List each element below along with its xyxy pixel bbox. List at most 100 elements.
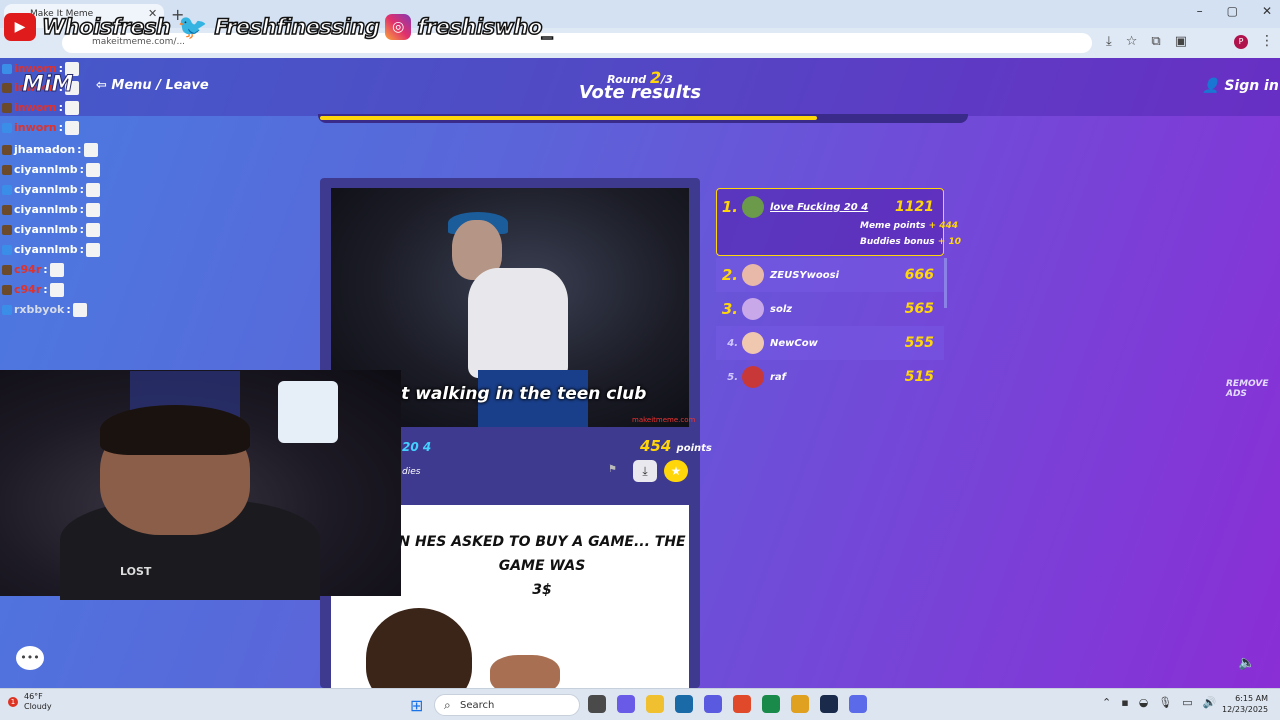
windows-start-icon[interactable]: ⊞ (410, 696, 423, 715)
chat-separator: : (77, 143, 82, 156)
chat-username[interactable]: c94r (14, 263, 41, 276)
chat-separator: : (79, 183, 85, 196)
chat-emote-icon (72, 302, 87, 317)
leaderboard-score: 555 (904, 335, 934, 351)
taskbar-app-icon[interactable] (675, 695, 693, 713)
chat-username[interactable]: ciyannlmb (14, 223, 78, 236)
taskbar-search[interactable]: ⌕ Search (434, 694, 580, 716)
weather-widget[interactable]: 1 46°F Cloudy (8, 692, 52, 712)
meme-points-value: 454 (640, 437, 672, 455)
save-meme-button[interactable]: ⤓ (633, 460, 657, 482)
meme-points-bonus-value: + 444 (928, 221, 959, 231)
leaderboard-row-4[interactable]: 4. NewCow 555 (716, 326, 944, 360)
youtube-icon: ▶ (4, 13, 36, 41)
chat-separator: : (79, 243, 85, 256)
next-meme-text-line2: 3$ (532, 582, 552, 598)
taskbar-app-icon[interactable] (733, 695, 751, 713)
install-app-icon[interactable]: ⤓ (1106, 34, 1112, 49)
leaderboard-row-2[interactable]: 2. ZEUSYwoosi 666 (716, 258, 944, 292)
taskbar-app-icon[interactable] (646, 695, 664, 713)
volume-icon[interactable]: 🔊 (1203, 696, 1217, 709)
favorite-button[interactable]: ★ (664, 460, 688, 482)
chat-username[interactable]: jhamadon (14, 143, 75, 156)
browser-menu-icon[interactable]: ⋮ (1260, 33, 1274, 49)
leaderboard-name: raf (770, 371, 787, 383)
close-window-icon[interactable]: ✕ (1262, 4, 1272, 18)
chat-emote-icon (86, 202, 101, 217)
chat-username[interactable]: inworn (14, 101, 57, 114)
report-flag-icon[interactable]: ⚑ (608, 464, 617, 475)
round-progress-fill (320, 116, 817, 120)
chat-message: c94r: (2, 261, 64, 278)
leaderboard-score: 1121 (895, 199, 934, 215)
bookmark-star-icon[interactable]: ☆ (1126, 34, 1138, 49)
round-progress-bar (318, 114, 968, 123)
remove-ads-link[interactable]: REMOVE ADS (1226, 379, 1280, 399)
chat-separator: : (79, 203, 85, 216)
taskbar-app-icon[interactable] (704, 695, 722, 713)
chat-username[interactable]: ciyannlmb (14, 163, 78, 176)
chat-emote-icon (49, 262, 64, 277)
speaker-mute-icon[interactable]: 🔈 (1238, 655, 1255, 671)
leaderboard-score: 565 (904, 301, 934, 317)
app-tray-icon[interactable]: ▪ (1121, 696, 1128, 709)
chat-username[interactable]: rxbbyok (14, 303, 64, 316)
taskbar-app-icon[interactable] (762, 695, 780, 713)
chat-message: jhamadon: (2, 141, 98, 158)
sign-in-button[interactable]: 👤 Sign in (1202, 78, 1279, 94)
chat-username[interactable]: ciyannlmb (14, 243, 78, 256)
leaderboard-score: 515 (904, 369, 934, 385)
profile-avatar[interactable]: P (1234, 35, 1248, 49)
leaderboard-row-1[interactable]: 1. love Fucking 20 4 1121 (716, 190, 944, 224)
chat-message: inworn: (2, 99, 79, 116)
chat-emote-icon (86, 222, 101, 237)
chat-separator: : (43, 283, 48, 296)
clock[interactable]: 6:15 AM 12/23/2025 (1222, 693, 1268, 715)
chat-username[interactable]: ciyannlmb (14, 203, 78, 216)
chat-badge-icon (2, 264, 12, 275)
weather-condition: Cloudy (24, 702, 52, 711)
leaderboard-row-5[interactable]: 5. raf 515 (716, 360, 944, 394)
taskbar-app-icon[interactable] (849, 695, 867, 713)
extensions-icon[interactable]: ⧉ (1151, 34, 1160, 49)
instagram-icon: ◎ (385, 14, 412, 40)
chat-badge-icon (2, 164, 12, 175)
chat-separator: : (58, 121, 63, 134)
leaderboard-row-3[interactable]: 3. solz 565 (716, 292, 944, 326)
next-meme-text: N HES ASKED TO BUY A GAME... THE GAME WA… (392, 530, 692, 602)
network-icon[interactable]: ◒ (1139, 696, 1149, 709)
weather-badge: 1 (8, 697, 18, 707)
leaderboard-scrollbar[interactable] (944, 258, 947, 308)
buddies-bonus-label: Buddies bonus (860, 237, 935, 247)
chat-username[interactable]: c94r (14, 283, 41, 296)
taskbar-app-icon[interactable] (820, 695, 838, 713)
chat-username[interactable]: ciyannlmb (14, 183, 78, 196)
weather-temp: 46°F (24, 692, 43, 701)
chat-badge-icon (2, 224, 12, 235)
side-panel-icon[interactable]: ▣ (1175, 34, 1187, 49)
minimize-icon[interactable]: – (1197, 4, 1203, 18)
chat-badge-icon (2, 244, 12, 255)
chat-emote-icon (86, 242, 101, 257)
social-overlay: ▶ Whoisfresh 🐦 Freshfinessing ◎ freshisw… (4, 10, 553, 44)
instagram-handle: freshiswho_ (416, 14, 553, 40)
player-avatar (742, 366, 764, 388)
chat-bubble-icon[interactable]: ••• (16, 646, 44, 670)
chat-message: ciyannlmb: (2, 181, 101, 198)
display-icon[interactable]: ▭ (1182, 696, 1192, 709)
youtube-handle: Whoisfresh (41, 14, 171, 40)
chat-emote-icon (64, 100, 79, 115)
meme-author: 20 4 (402, 440, 432, 454)
taskbar-app-icon[interactable] (791, 695, 809, 713)
meme-watermark: makeitmeme.com (632, 416, 696, 424)
chat-message: ciyannlmb: (2, 161, 101, 178)
chat-username[interactable]: inworn (14, 121, 57, 134)
chevron-up-icon[interactable]: ⌃ (1102, 696, 1111, 709)
chat-separator: : (79, 163, 85, 176)
microphone-icon[interactable]: 🎙 (1158, 696, 1172, 709)
taskbar-app-icon[interactable] (617, 695, 635, 713)
webcam-wall-sign (278, 381, 338, 443)
taskbar-app-icon[interactable] (588, 695, 606, 713)
chat-badge-icon (2, 122, 12, 133)
maximize-icon[interactable]: ▢ (1227, 4, 1238, 18)
